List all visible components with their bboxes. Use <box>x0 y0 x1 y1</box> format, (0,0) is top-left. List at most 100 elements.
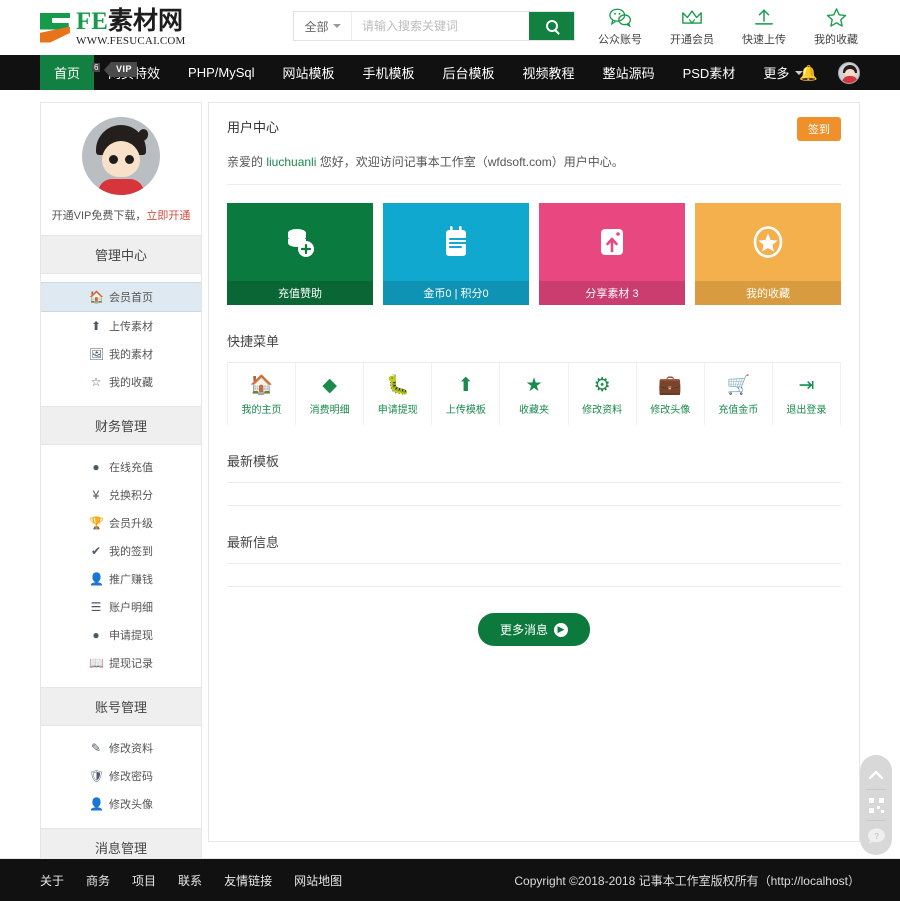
quick-item-recharge-coins[interactable]: 🛒 充值金币 <box>705 363 773 425</box>
sidebar-item-exchange-points[interactable]: ¥ 兑换积分 <box>41 481 201 509</box>
search-button[interactable] <box>529 12 574 40</box>
nav-item-site-template[interactable]: 网站模板 <box>269 55 349 90</box>
logo-fe-text: FE <box>76 8 108 35</box>
sidebar-item-promotion[interactable]: 👤 推广赚钱 <box>41 565 201 593</box>
search-category-label: 全部 <box>304 18 328 35</box>
yen-icon: ¥ <box>89 488 103 502</box>
card-recharge[interactable]: 充值赞助 <box>227 203 373 305</box>
quick-item-label: 退出登录 <box>773 401 840 416</box>
nav-item-home[interactable]: 首页 <box>40 55 94 90</box>
sidebar-item-label: 修改资料 <box>109 740 153 756</box>
quick-item-withdraw-apply[interactable]: 🐛 申请提现 <box>364 363 432 425</box>
sidebar-item-online-recharge[interactable]: ● 在线充值 <box>41 453 201 481</box>
profile-avatar[interactable] <box>82 117 160 195</box>
header-tool-vip[interactable]: 开通会员 <box>668 6 716 47</box>
header-tool-favorites[interactable]: 我的收藏 <box>812 6 860 47</box>
divider <box>227 563 841 564</box>
footer-link-project[interactable]: 项目 <box>132 872 156 889</box>
nav-item-psd[interactable]: PSD素材 <box>669 55 750 90</box>
card-coins-points[interactable]: 金币0 | 积分0 <box>383 203 529 305</box>
page-root: FE素材网 WWW.FESUCAI.COM 全部 公众账号 <box>0 0 900 901</box>
divider <box>866 789 886 790</box>
nav-item-full-source[interactable]: 整站源码 <box>589 55 669 90</box>
search-category-select[interactable]: 全部 <box>294 12 352 40</box>
quick-item-my-home[interactable]: 🏠 我的主页 <box>228 363 296 425</box>
quick-item-favorites[interactable]: ★ 收藏夹 <box>500 363 568 425</box>
card-label: 金币0 | 积分0 <box>383 281 529 305</box>
header-tool-wechat[interactable]: 公众账号 <box>596 6 644 47</box>
image-icon: 🖼 <box>89 347 103 361</box>
sidebar-item-member-home[interactable]: 🏠 会员首页 <box>41 282 201 312</box>
star-icon: ★ <box>500 373 567 397</box>
user-center-header: 用户中心 签到 <box>227 117 841 141</box>
nav-item-video-tutorial[interactable]: 视频教程 <box>509 55 589 90</box>
sidebar-item-change-password[interactable]: 🛡 修改密码 <box>41 762 201 790</box>
footer-links: 关于 商务 项目 联系 友情链接 网站地图 <box>40 872 342 889</box>
nav-item-mobile-template[interactable]: 手机模板 <box>349 55 429 90</box>
card-my-favorites[interactable]: 我的收藏 <box>695 203 841 305</box>
nav-item-label: 后台模板 <box>443 63 495 82</box>
svg-text:?: ? <box>874 831 879 841</box>
footer-link-contact[interactable]: 联系 <box>178 872 202 889</box>
signin-button[interactable]: 签到 <box>797 117 841 141</box>
footer-link-friendly[interactable]: 友情链接 <box>224 872 272 889</box>
search-input[interactable] <box>352 12 529 40</box>
card-label: 充值赞助 <box>227 281 373 305</box>
nav-item-admin-template[interactable]: 后台模板 <box>429 55 509 90</box>
sidebar-item-label: 会员升级 <box>109 515 153 531</box>
share-upload-icon <box>594 224 630 260</box>
footer-link-about[interactable]: 关于 <box>40 872 64 889</box>
more-news-button[interactable]: 更多消息 ▶ <box>478 613 590 646</box>
back-to-top-button[interactable] <box>860 761 892 787</box>
sidebar-item-upload-material[interactable]: ⬆ 上传素材 <box>41 312 201 340</box>
card-icon-area <box>383 203 529 281</box>
card-icon-area <box>539 203 685 281</box>
help-chat-button[interactable]: ? <box>860 823 892 849</box>
site-footer: 关于 商务 项目 联系 友情链接 网站地图 Copyright ©2018-20… <box>0 859 900 901</box>
footer-link-business[interactable]: 商务 <box>86 872 110 889</box>
quick-menu: 🏠 我的主页 ◆ 消费明细 🐛 申请提现 ⬆ 上传模板 ★ 收藏夹 <box>227 363 841 425</box>
nav-items: 首页 网页特效 PHP/MySql 网站模板 手机模板 后台模板 视频教程 整站… <box>40 55 817 90</box>
sidebar-item-account-detail[interactable]: ☰ 账户明细 <box>41 593 201 621</box>
sidebar-item-change-avatar[interactable]: 👤 修改头像 <box>41 790 201 818</box>
sidebar-item-withdraw-apply[interactable]: ● 申请提现 <box>41 621 201 649</box>
site-logo[interactable]: FE素材网 WWW.FESUCAI.COM <box>40 9 186 47</box>
sidebar-item-my-favorites[interactable]: ☆ 我的收藏 <box>41 368 201 396</box>
sidebar-item-my-signin[interactable]: ✔ 我的签到 <box>41 537 201 565</box>
quick-item-consume-detail[interactable]: ◆ 消费明细 <box>296 363 364 425</box>
logo-cn-text: 素材网 <box>108 7 183 35</box>
vip-open-link[interactable]: 立即开通 <box>146 210 190 222</box>
quick-item-change-avatar[interactable]: 💼 修改头像 <box>637 363 705 425</box>
bell-icon[interactable]: 🔔 <box>799 64 818 82</box>
nav-item-label: 整站源码 <box>603 63 655 82</box>
footer-link-sitemap[interactable]: 网站地图 <box>294 872 342 889</box>
sidebar-list-account: ✎ 修改资料 🛡 修改密码 👤 修改头像 <box>41 726 201 828</box>
card-share-material[interactable]: 分享素材 3 <box>539 203 685 305</box>
sidebar-item-edit-profile[interactable]: ✎ 修改资料 <box>41 734 201 762</box>
sidebar-item-label: 上传素材 <box>109 318 153 334</box>
qrcode-button[interactable] <box>860 792 892 818</box>
nav-item-php-mysql[interactable]: PHP/MySql <box>174 55 268 90</box>
main-panel: 用户中心 签到 亲爱的 liuchuanli 您好，欢迎访问记事本工作室（wfd… <box>208 102 860 842</box>
logo-mark-icon <box>40 13 70 43</box>
quick-item-upload-template[interactable]: ⬆ 上传模板 <box>432 363 500 425</box>
sidebar-item-label: 兑换积分 <box>109 487 153 503</box>
upload-icon: ⬆ <box>89 319 103 333</box>
quick-item-label: 充值金币 <box>705 401 772 416</box>
header-tool-upload[interactable]: 快速上传 <box>740 6 788 47</box>
vip-tip: 开通VIP免费下载，立即开通 <box>41 207 201 223</box>
avatar[interactable] <box>838 62 860 84</box>
sidebar-item-withdraw-record[interactable]: 📖 提现记录 <box>41 649 201 677</box>
vip-badge-label: VIP <box>111 62 137 77</box>
sidebar-profile: 6 VIP 开通VIP免费下载，立即开通 <box>41 103 201 235</box>
book-icon: 📖 <box>89 656 103 670</box>
nav-item-label: 更多 <box>763 63 789 82</box>
sidebar-item-my-material[interactable]: 🖼 我的素材 <box>41 340 201 368</box>
sidebar-item-member-upgrade[interactable]: 🏆 会员升级 <box>41 509 201 537</box>
header-tools: 公众账号 开通会员 快速上传 我的收藏 <box>596 6 860 47</box>
card-icon-area <box>227 203 373 281</box>
quick-item-logout[interactable]: ⇥ 退出登录 <box>773 363 841 425</box>
quick-item-edit-profile[interactable]: ⚙ 修改资料 <box>569 363 637 425</box>
chevron-down-icon <box>333 24 341 28</box>
page-title: 用户中心 <box>227 117 279 136</box>
